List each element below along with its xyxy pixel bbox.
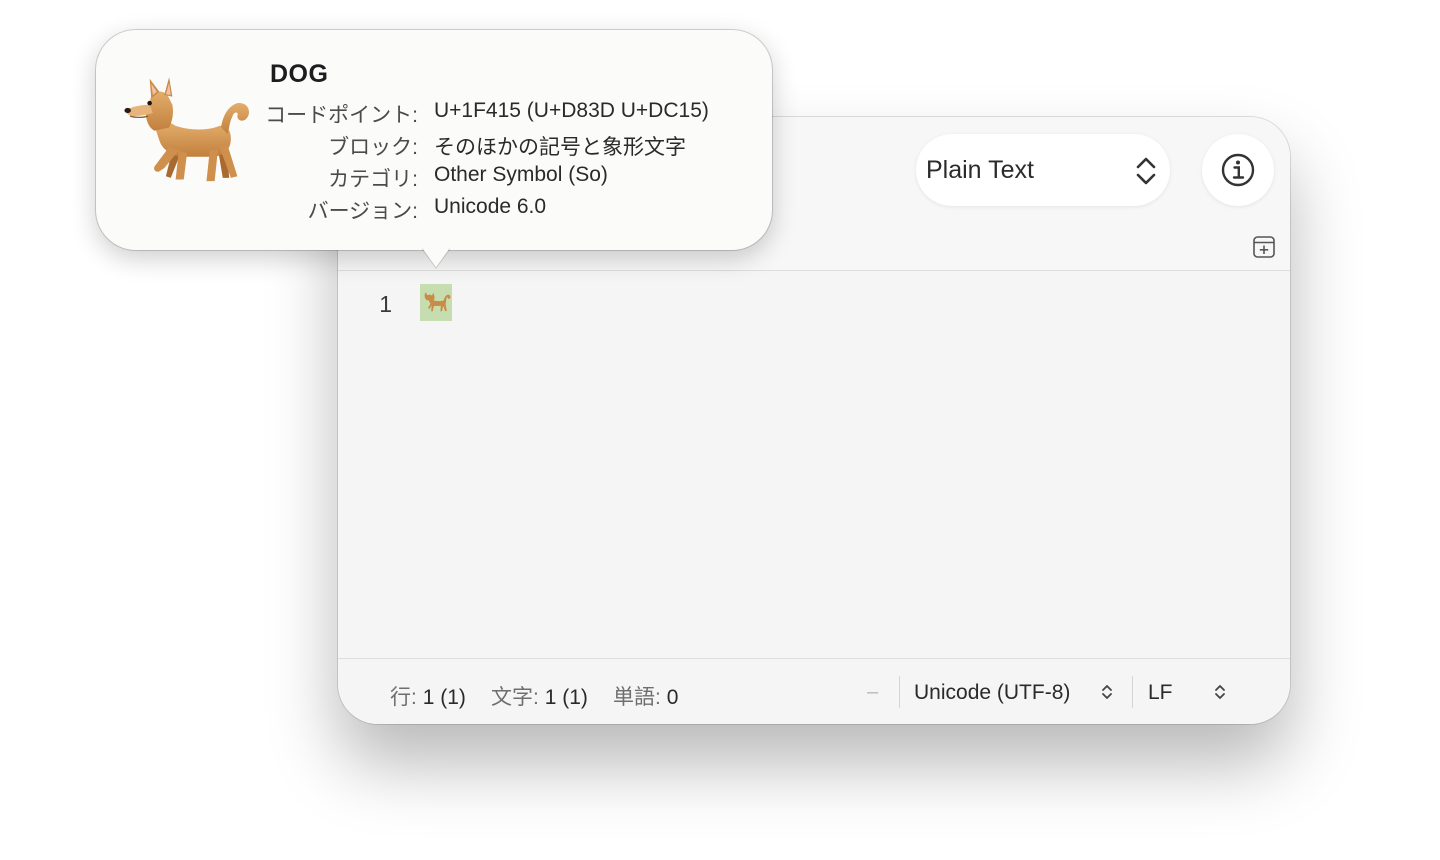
popover-arrow [422,248,450,269]
status-divider [1132,676,1133,708]
version-value: Unicode 6.0 [434,195,547,218]
block-label: ブロック: [328,136,418,159]
word-count-value: 0 [666,686,679,709]
block-value: そのほかの記号と象形文字 [434,136,686,159]
version-row: バージョン: Unicode 6.0 [96,195,772,225]
dog-emoji-small [424,292,451,312]
code-point-row: コードポイント: U+1F415 (U+D83D U+DC15) [96,99,772,129]
character-name: DOG [270,60,329,88]
syntax-style-label: Plain Text [926,156,1034,184]
line-count: 行: 1 (1) [390,681,466,711]
line-ending-label: LF [1148,681,1173,704]
inspector-button[interactable] [1202,134,1274,206]
status-bar: 行: 1 (1) 文字: 1 (1) 単語: 0 – Unicode (UTF-… [338,658,1290,724]
info-circle-icon [1221,153,1255,187]
line-number: 1 [379,291,392,317]
category-value: Other Symbol (So) [434,163,608,186]
char-count: 文字: 1 (1) [491,681,588,711]
file-size-placeholder: – [867,681,879,703]
block-row: ブロック: そのほかの記号と象形文字 [96,131,772,161]
category-label: カテゴリ: [328,168,418,191]
line-ending-popup[interactable]: LF [1148,681,1173,705]
line-ending-chevron-icon[interactable] [1214,683,1226,701]
category-row: カテゴリ: Other Symbol (So) [96,163,772,193]
encoding-chevron-icon[interactable] [1101,683,1113,701]
desktop: Plain Text 1 行: 1 (1) 文字: 1 (1) 単語: 0 – … [0,0,1440,860]
character-info-popover: DOG コードポイント: U+1F415 (U+D83D U+DC15) ブロッ… [96,30,772,269]
status-divider [899,676,900,708]
encoding-label: Unicode (UTF-8) [914,681,1071,704]
syntax-style-popup[interactable]: Plain Text [916,134,1170,206]
up-down-chevron-icon [1136,157,1156,185]
line-count-label: 行: [390,686,417,709]
add-panel-icon[interactable] [1252,235,1276,259]
encoding-popup[interactable]: Unicode (UTF-8) [914,681,1070,705]
selected-character[interactable] [420,284,452,321]
word-count-label: 単語: [613,686,661,709]
code-point-value: U+1F415 (U+D83D U+DC15) [434,99,709,122]
char-count-label: 文字: [491,686,539,709]
text-editor[interactable]: 1 [338,271,1290,658]
char-count-value: 1 (1) [544,686,588,709]
code-point-label: コードポイント: [265,104,418,127]
line-count-value: 1 (1) [422,686,466,709]
version-label: バージョン: [307,200,418,223]
word-count: 単語: 0 [613,681,678,711]
